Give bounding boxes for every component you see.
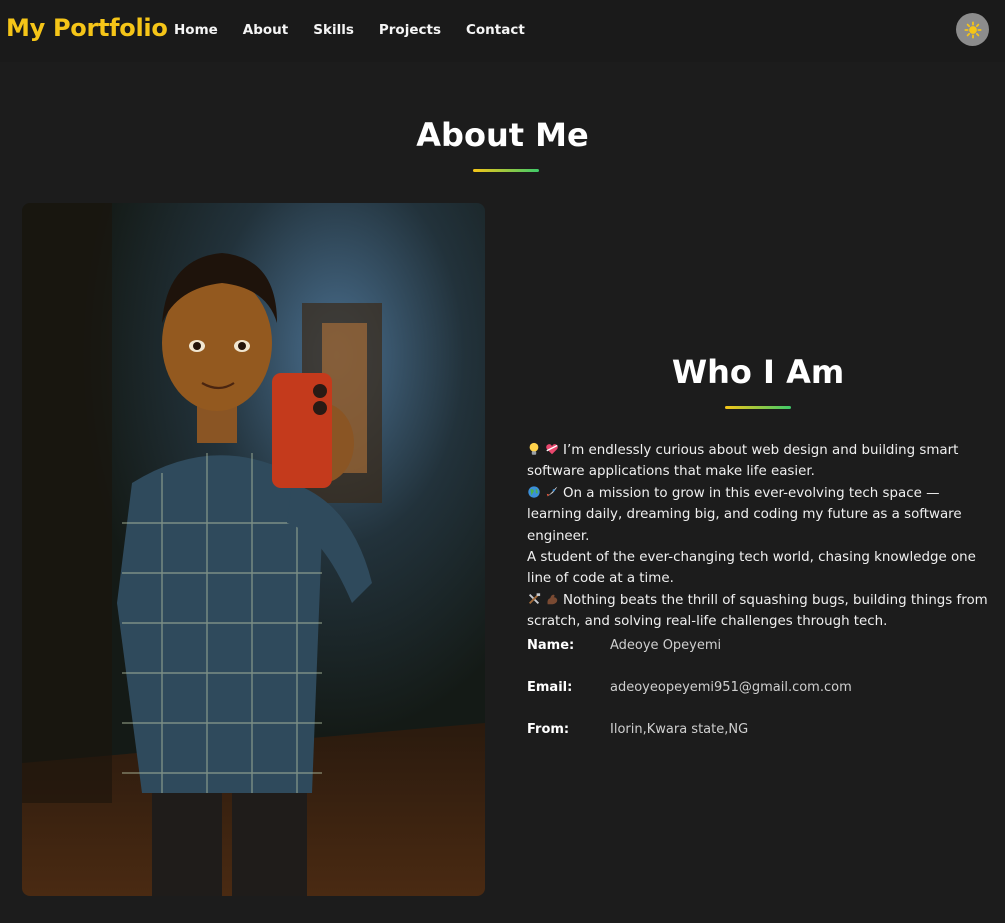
bio-line-3: A student of the ever-changing tech worl… [527, 550, 976, 587]
bio-line-1: I’m endlessly curious about web design a… [527, 440, 989, 483]
nav-links: Home About Skills Projects Contact [174, 22, 550, 38]
bio-line-4: Nothing beats the thrill of squashing bu… [527, 590, 989, 633]
who-i-am-underline [725, 406, 791, 409]
bio-text-1: I’m endlessly curious about web design a… [527, 443, 959, 480]
info-label-name: Name: [527, 638, 575, 653]
heart-icon [546, 444, 558, 455]
section-title-underline [473, 169, 539, 172]
nav-projects[interactable]: Projects [379, 22, 441, 38]
info-label-email: Email: [527, 680, 573, 695]
sun-icon [963, 20, 982, 39]
info-value-from: Ilorin,Kwara state,NG [610, 722, 749, 737]
info-value-name: Adeoye Opeyemi [610, 638, 722, 653]
nav-skills[interactable]: Skills [313, 22, 354, 38]
bio-line-2: On a mission to grow in this ever-evolvi… [527, 483, 989, 547]
navbar: My Portfolio Home About Skills Projects … [0, 0, 1005, 62]
portrait-illustration [22, 203, 485, 896]
lightbulb-icon [529, 442, 539, 455]
who-i-am-title: Who I Am [671, 353, 845, 391]
portrait-image [22, 203, 485, 896]
nav-contact[interactable]: Contact [466, 22, 525, 38]
nav-about[interactable]: About [243, 22, 288, 38]
section-title: About Me [416, 116, 589, 154]
tools-icon [528, 593, 541, 604]
bio-text-2: On a mission to grow in this ever-evolvi… [527, 485, 962, 544]
rocket-icon [546, 486, 558, 497]
bio-text: I’m endlessly curious about web design a… [527, 440, 989, 633]
muscle-icon [547, 594, 558, 605]
info-value-email[interactable]: adeoyeopeyemi951@gmail.com.com [610, 680, 852, 695]
info-label-from: From: [527, 722, 570, 737]
globe-icon [528, 486, 540, 498]
nav-home[interactable]: Home [174, 22, 218, 38]
brand-logo[interactable]: My Portfolio [6, 14, 168, 42]
theme-toggle-button[interactable] [956, 13, 989, 46]
bio-text-4: Nothing beats the thrill of squashing bu… [527, 592, 988, 630]
